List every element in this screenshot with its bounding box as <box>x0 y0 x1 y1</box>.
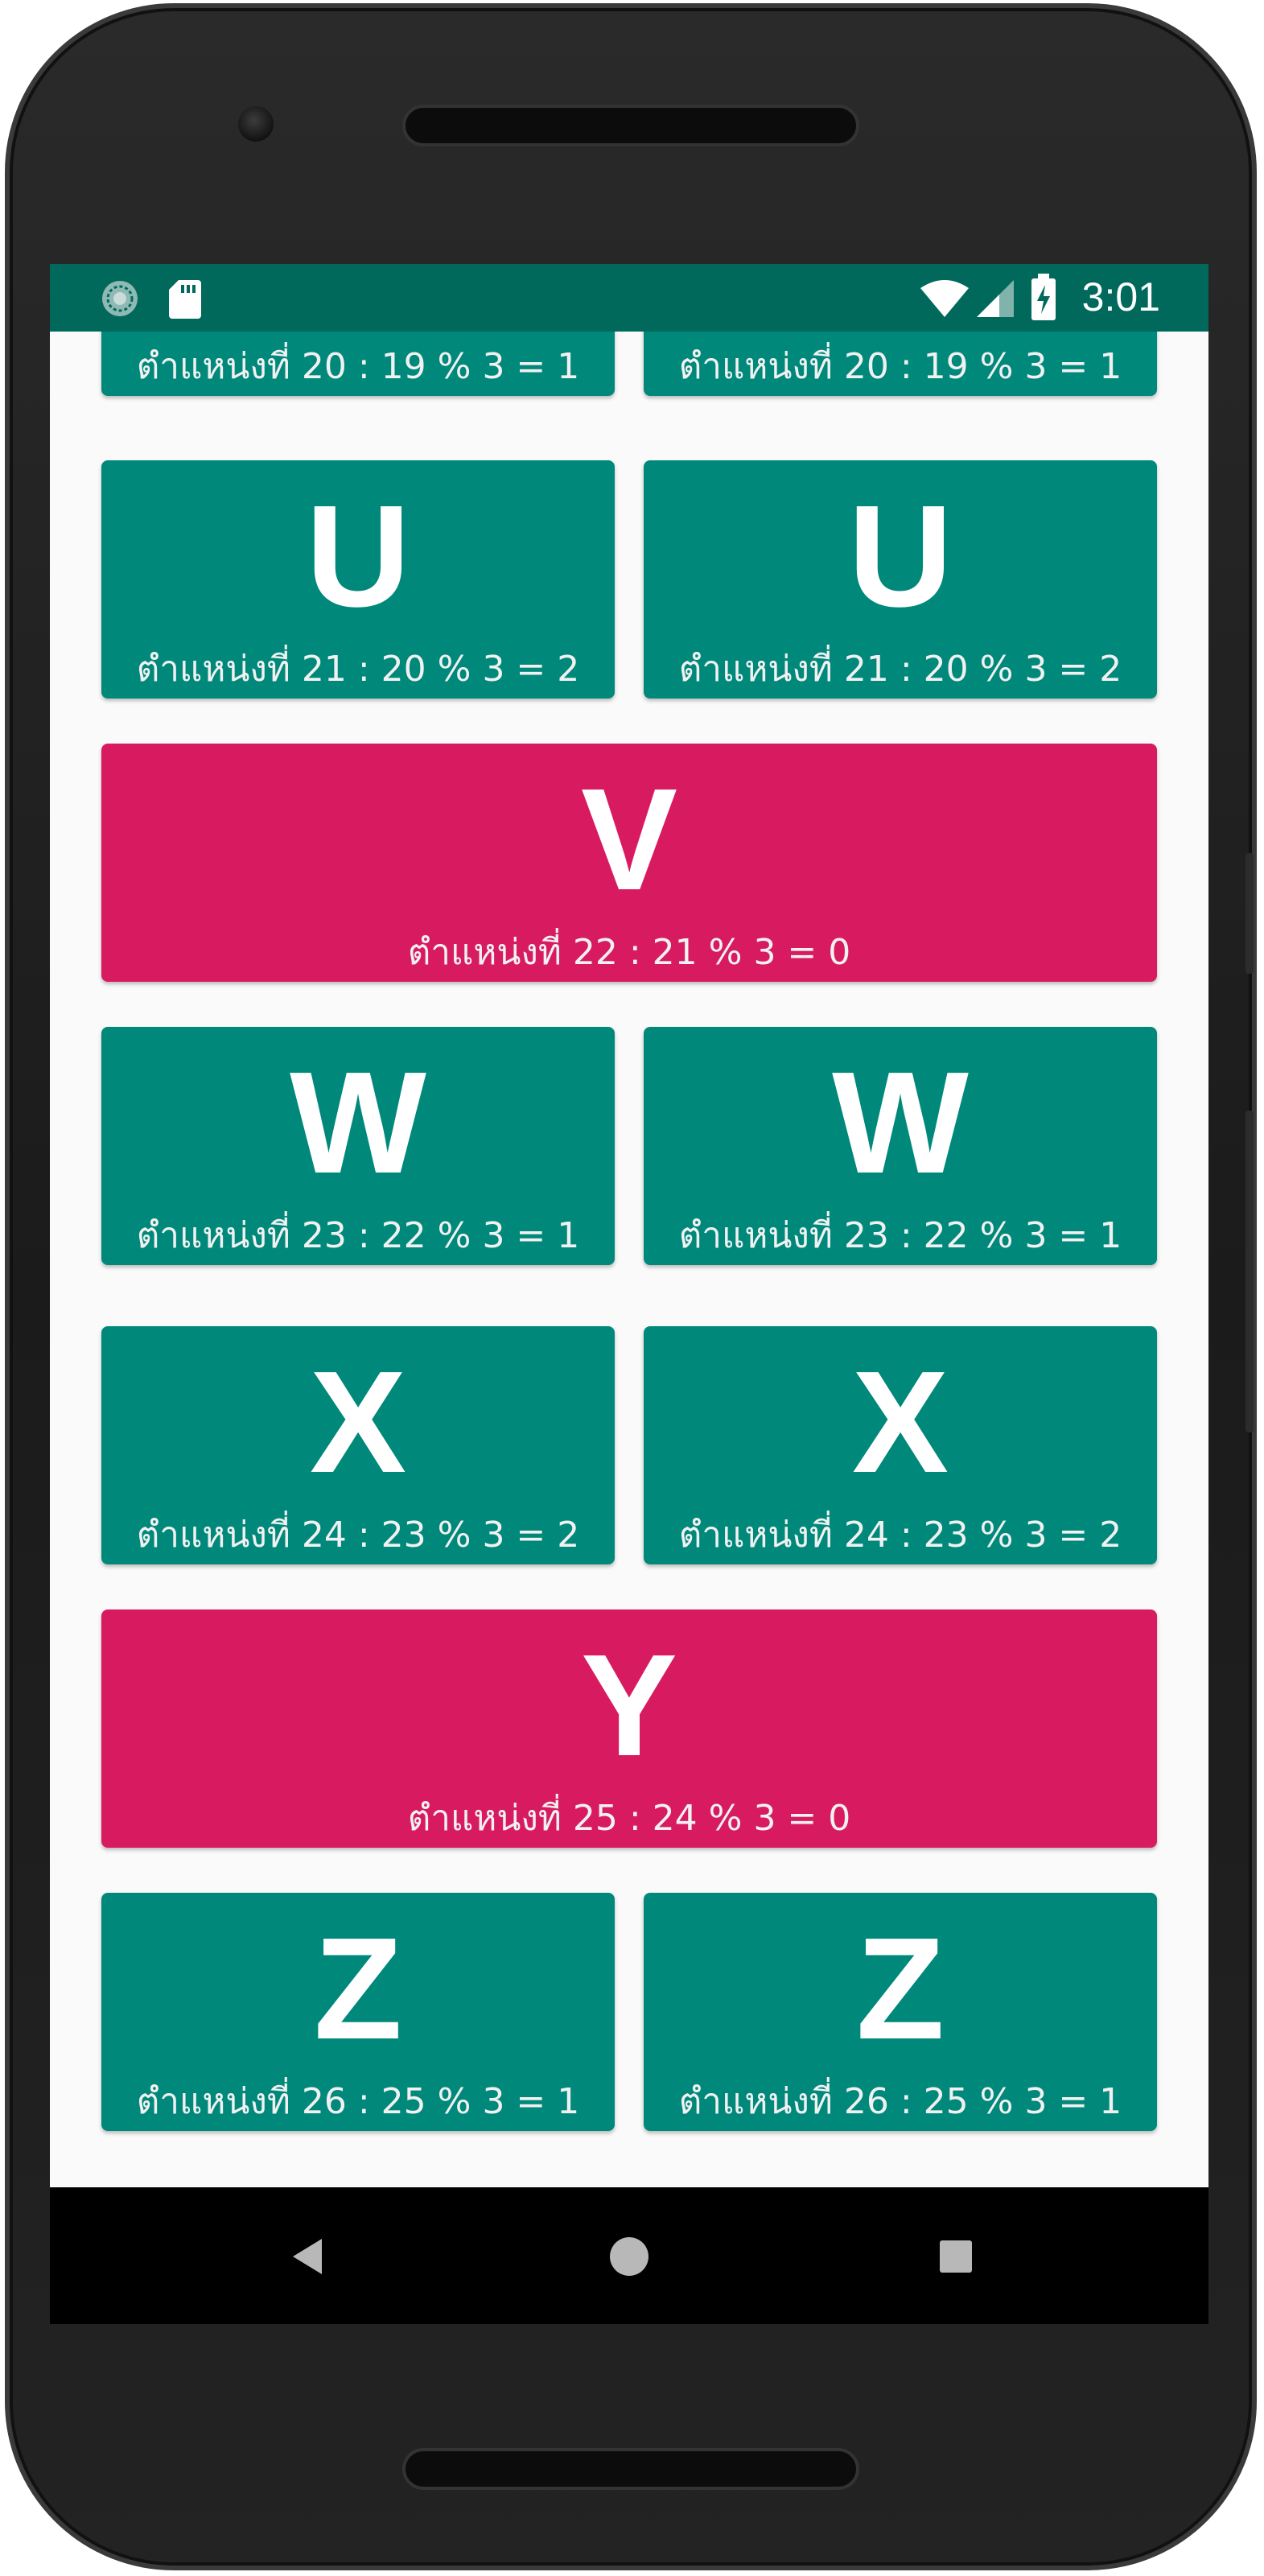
item-caption: ตำแหน่งที่ 20 : 19 % 3 = 1 <box>136 346 580 387</box>
recents-icon[interactable] <box>932 2232 980 2281</box>
grid-list[interactable]: ตำแหน่งที่ 20 : 19 % 3 = 1 ตำแหน่งที่ 20… <box>50 332 1208 2187</box>
item-letter: V <box>580 759 678 921</box>
volume-button <box>1245 853 1254 974</box>
item-letter: X <box>309 1342 407 1503</box>
item-caption: ตำแหน่งที่ 25 : 24 % 3 = 0 <box>407 1798 851 1839</box>
item-letter: W <box>290 1042 426 1204</box>
grid-item[interactable]: U ตำแหน่งที่ 21 : 20 % 3 = 2 <box>101 460 615 699</box>
item-letter: Z <box>856 1908 945 2070</box>
item-letter: W <box>832 1042 969 1204</box>
item-caption: ตำแหน่งที่ 26 : 25 % 3 = 1 <box>136 2081 580 2122</box>
item-letter: Y <box>580 1625 678 1787</box>
grid-item[interactable]: Z ตำแหน่งที่ 26 : 25 % 3 = 1 <box>101 1893 615 2131</box>
top-speaker <box>402 105 859 146</box>
item-caption: ตำแหน่งที่ 22 : 21 % 3 = 0 <box>407 932 851 973</box>
item-caption: ตำแหน่งที่ 24 : 23 % 3 = 2 <box>678 1515 1122 1556</box>
sd-card-icon <box>169 280 201 319</box>
grid-item-wide[interactable]: V ตำแหน่งที่ 22 : 21 % 3 = 0 <box>101 744 1157 982</box>
item-caption: ตำแหน่งที่ 21 : 20 % 3 = 2 <box>678 649 1122 690</box>
home-icon[interactable] <box>605 2232 653 2281</box>
grid-item[interactable]: ตำแหน่งที่ 20 : 19 % 3 = 1 <box>644 332 1157 396</box>
status-bar: 3:01 <box>50 264 1208 332</box>
grid-item[interactable]: U ตำแหน่งที่ 21 : 20 % 3 = 2 <box>644 460 1157 699</box>
grid-item[interactable]: X ตำแหน่งที่ 24 : 23 % 3 = 2 <box>644 1326 1157 1564</box>
front-camera <box>238 106 274 142</box>
grid-item[interactable]: ตำแหน่งที่ 20 : 19 % 3 = 1 <box>101 332 615 396</box>
grid-item[interactable]: Z ตำแหน่งที่ 26 : 25 % 3 = 1 <box>644 1893 1157 2131</box>
navigation-bar <box>50 2187 1208 2324</box>
power-button <box>1245 1111 1254 1432</box>
back-icon[interactable] <box>283 2232 331 2281</box>
grid-item[interactable]: X ตำแหน่งที่ 24 : 23 % 3 = 2 <box>101 1326 615 1564</box>
item-caption: ตำแหน่งที่ 24 : 23 % 3 = 2 <box>136 1515 580 1556</box>
device-screen: 3:01 ตำแหน่งที่ 20 : 19 % 3 = 1 ตำแหน่งท… <box>50 264 1208 2324</box>
battery-charging-icon <box>1031 274 1056 320</box>
grid-item[interactable]: W ตำแหน่งที่ 23 : 22 % 3 = 1 <box>644 1027 1157 1265</box>
item-letter: U <box>848 476 953 637</box>
item-caption: ตำแหน่งที่ 23 : 22 % 3 = 1 <box>136 1215 580 1256</box>
status-time: 3:01 <box>1081 274 1160 319</box>
wifi-icon <box>920 280 969 317</box>
item-caption: ตำแหน่งที่ 26 : 25 % 3 = 1 <box>678 2081 1122 2122</box>
bottom-speaker <box>402 2448 859 2490</box>
item-letter: U <box>306 476 410 637</box>
item-caption: ตำแหน่งที่ 21 : 20 % 3 = 2 <box>136 649 580 690</box>
item-letter: Z <box>314 1908 402 2070</box>
cellular-icon <box>977 280 1014 317</box>
grid-item-wide[interactable]: Y ตำแหน่งที่ 25 : 24 % 3 = 0 <box>101 1609 1157 1848</box>
grid-item[interactable]: W ตำแหน่งที่ 23 : 22 % 3 = 1 <box>101 1027 615 1265</box>
item-caption: ตำแหน่งที่ 20 : 19 % 3 = 1 <box>678 346 1122 387</box>
item-caption: ตำแหน่งที่ 23 : 22 % 3 = 1 <box>678 1215 1122 1256</box>
sync-icon <box>102 281 138 316</box>
item-letter: X <box>851 1342 949 1503</box>
